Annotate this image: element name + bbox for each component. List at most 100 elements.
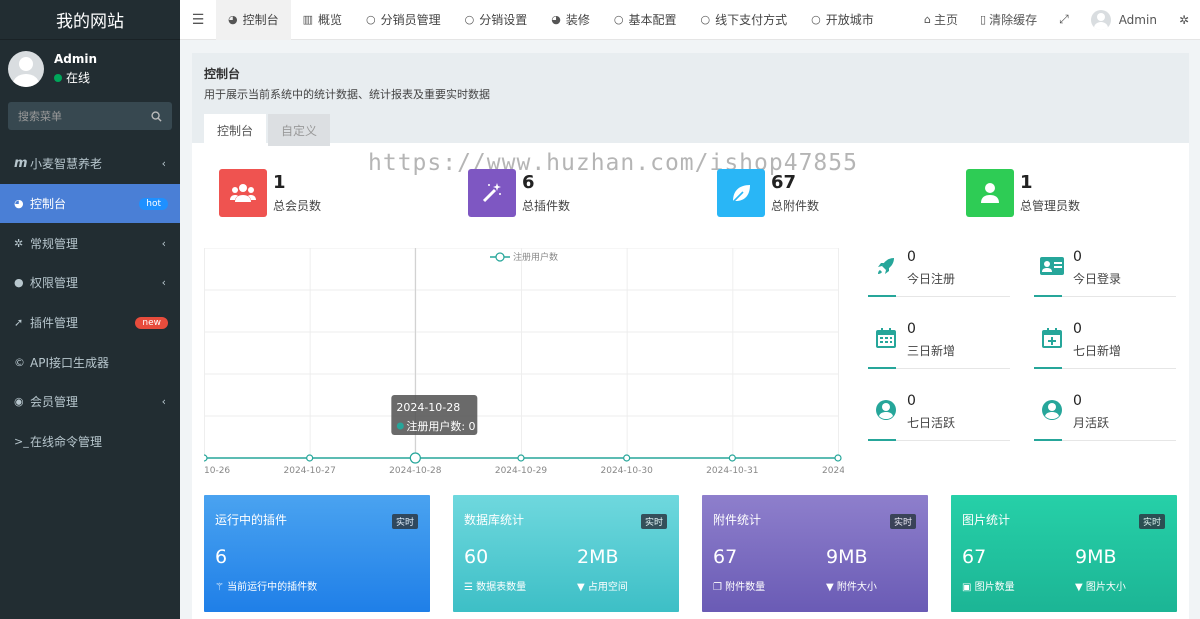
rocket-icon	[868, 254, 904, 278]
top-navbar: ☰ ◕ 控制台 ▥ 概览 ○ 分销员管理 ○ 分销设置 ◕ 装修 ○ 基本配置 ○ 线下支付方…	[180, 0, 1200, 40]
card-subtitle: ☰ 数据表数量	[464, 578, 526, 593]
tooltip-text: 注册用户数: 0	[406, 419, 475, 433]
avatar	[8, 51, 44, 87]
sidebar-item-auth[interactable]: ● 权限管理 ‹	[0, 263, 180, 303]
mini-stat-value: 0	[907, 321, 916, 337]
card-value: 6	[215, 546, 228, 568]
tab-custom[interactable]: 自定义	[268, 114, 331, 146]
sidebar-item-commands[interactable]: >_ 在线命令管理	[0, 422, 180, 462]
card-running-plugins: 运行中的插件 实时 6 ⚚ 当前运行中的插件数	[204, 495, 430, 612]
mini-stat-label: 三日新增	[907, 344, 956, 358]
main-content: 控制台 用于展示当前系统中的统计数据、统计报表及重要实时数据 控制台 自定义 h…	[192, 53, 1189, 619]
tab-overview[interactable]: ▥ 概览	[291, 0, 354, 40]
card-image-stats: 图片统计 实时 67 9MB ▣ 图片数量 ▼ 图片大小	[951, 495, 1177, 612]
sidebar-item-label: API接口生成器	[30, 355, 109, 370]
search-icon[interactable]	[151, 110, 162, 122]
stat-label: 总会员数	[273, 199, 322, 213]
sidebar-item-label: 插件管理	[30, 316, 79, 331]
tab-label: 开放城市	[825, 13, 874, 27]
x-tick-label: 2024-10-28	[389, 466, 442, 476]
rocket-icon: ➚	[14, 316, 24, 330]
tooltip-title: 2024-10-28	[396, 401, 460, 414]
sidebar-item-general[interactable]: ✲ 常规管理 ‹	[0, 223, 180, 263]
sidebar-item-members[interactable]: ◉ 会员管理 ‹	[0, 382, 180, 422]
stat-value: 6	[522, 172, 535, 193]
x-tick-label: 2024-10-30	[601, 466, 654, 476]
menu-toggle-icon[interactable]: ☰	[180, 12, 216, 28]
sidebar-item-eldercare[interactable]: m 小麦智慧养老 ‹	[0, 144, 180, 184]
data-point	[409, 452, 421, 464]
card-title: 图片统计	[962, 513, 1011, 527]
mini-stat-underline	[868, 367, 1010, 369]
tab-decoration[interactable]: ◕ 装修	[539, 0, 602, 40]
user-menu[interactable]: Admin	[1080, 9, 1168, 30]
mini-stat-label: 月活跃	[1073, 416, 1110, 430]
user-circle-icon: ◉	[14, 395, 24, 409]
card-title: 数据库统计	[464, 513, 525, 527]
fullscreen-button[interactable]: ⤢	[1048, 12, 1080, 27]
data-point	[623, 454, 631, 462]
mini-stat-value: 0	[907, 393, 916, 409]
realtime-badge: 实时	[889, 514, 916, 529]
card-sub-text: 当前运行中的插件数	[227, 582, 318, 593]
card-subtitle: ⚚ 当前运行中的插件数	[215, 578, 317, 593]
card-title: 运行中的插件	[215, 513, 288, 527]
filter-icon: ▼	[826, 582, 837, 593]
page-title: 控制台	[204, 67, 241, 81]
tab-open-cities[interactable]: ○ 开放城市	[799, 0, 886, 40]
circle-o-icon: ○	[811, 13, 821, 26]
tab-dashboard[interactable]: ◕ 控制台	[216, 0, 291, 40]
page-description: 用于展示当前系统中的统计数据、统计报表及重要实时数据	[204, 88, 490, 101]
sidebar-item-label: 在线命令管理	[30, 435, 103, 450]
settings-button[interactable]: ✲	[1168, 13, 1200, 27]
mini-stat-value: 0	[1073, 249, 1082, 265]
tab-console[interactable]: 控制台	[204, 114, 267, 146]
data-point	[834, 454, 842, 462]
chevron-left-icon: ‹	[161, 236, 166, 250]
card-value-secondary: 9MB	[1075, 546, 1117, 568]
calendar-icon	[868, 326, 904, 350]
mini-stat-three-day-new: 0 三日新增	[868, 318, 1010, 374]
side-menu: m 小麦智慧养老 ‹ ◕ 控制台 hot ✲ 常规管理 ‹ ● 权限管理 ‹ ➚…	[0, 144, 180, 462]
leaf-icon	[717, 169, 765, 217]
realtime-badge: 实时	[391, 514, 418, 529]
clear-cache-button[interactable]: ▯ 清除缓存	[969, 11, 1048, 28]
group-icon: ●	[14, 276, 24, 290]
tab-offline-payment[interactable]: ○ 线下支付方式	[689, 0, 800, 40]
card-sub-text: 数据表数量	[476, 582, 527, 593]
stat-value: 1	[273, 172, 286, 193]
menu-search-input[interactable]: 搜索菜单	[8, 102, 172, 130]
dashboard-icon: ◕	[551, 13, 561, 26]
card-subtitle-secondary: ▼ 占用空间	[577, 578, 628, 593]
realtime-cards: 运行中的插件 实时 6 ⚚ 当前运行中的插件数 数据库统计 实时 60 2MB …	[204, 495, 1178, 613]
x-tick-label: 2024-10-29	[495, 466, 548, 476]
image-icon: ▣	[962, 582, 975, 593]
sidebar-item-dashboard[interactable]: ◕ 控制台 hot	[0, 183, 180, 224]
circle-o-icon: ○	[366, 13, 376, 26]
legend-marker	[495, 252, 505, 262]
mini-stat-value: 0	[1073, 321, 1082, 337]
user-icon	[966, 169, 1014, 217]
sidebar-item-label: 会员管理	[30, 395, 79, 410]
database-icon: ☰	[464, 582, 477, 593]
hot-badge: hot	[139, 197, 168, 210]
circle-o-icon: ○	[613, 13, 624, 26]
tab-basic-config[interactable]: ○ 基本配置	[602, 0, 689, 40]
user-circle-icon	[868, 398, 904, 422]
mini-stat-label: 七日活跃	[907, 416, 956, 430]
sidebar-item-api-generator[interactable]: © API接口生成器	[0, 342, 180, 382]
tab-distribution-settings[interactable]: ○ 分销设置	[453, 0, 540, 40]
stat-value: 1	[1020, 172, 1033, 193]
menu-search-placeholder: 搜索菜单	[18, 110, 62, 123]
tab-distributor-management[interactable]: ○ 分销员管理	[354, 0, 453, 40]
home-link[interactable]: ⌂ 主页	[913, 11, 969, 28]
x-tick-label: 2024-10-27	[284, 466, 336, 476]
card-subtitle-secondary: ▼ 附件大小	[826, 578, 877, 593]
sidebar-item-plugins[interactable]: ➚ 插件管理 new	[0, 303, 180, 343]
data-point	[204, 454, 208, 462]
user-circle-icon	[1034, 398, 1070, 422]
nav-tabs: ◕ 控制台 ▥ 概览 ○ 分销员管理 ○ 分销设置 ◕ 装修 ○ 基本配置 ○ 线下支付方式 …	[216, 0, 886, 40]
mini-stat-underline	[1034, 367, 1176, 369]
tab-label: 线下支付方式	[715, 13, 788, 27]
site-logo[interactable]: 我的网站	[0, 0, 180, 40]
